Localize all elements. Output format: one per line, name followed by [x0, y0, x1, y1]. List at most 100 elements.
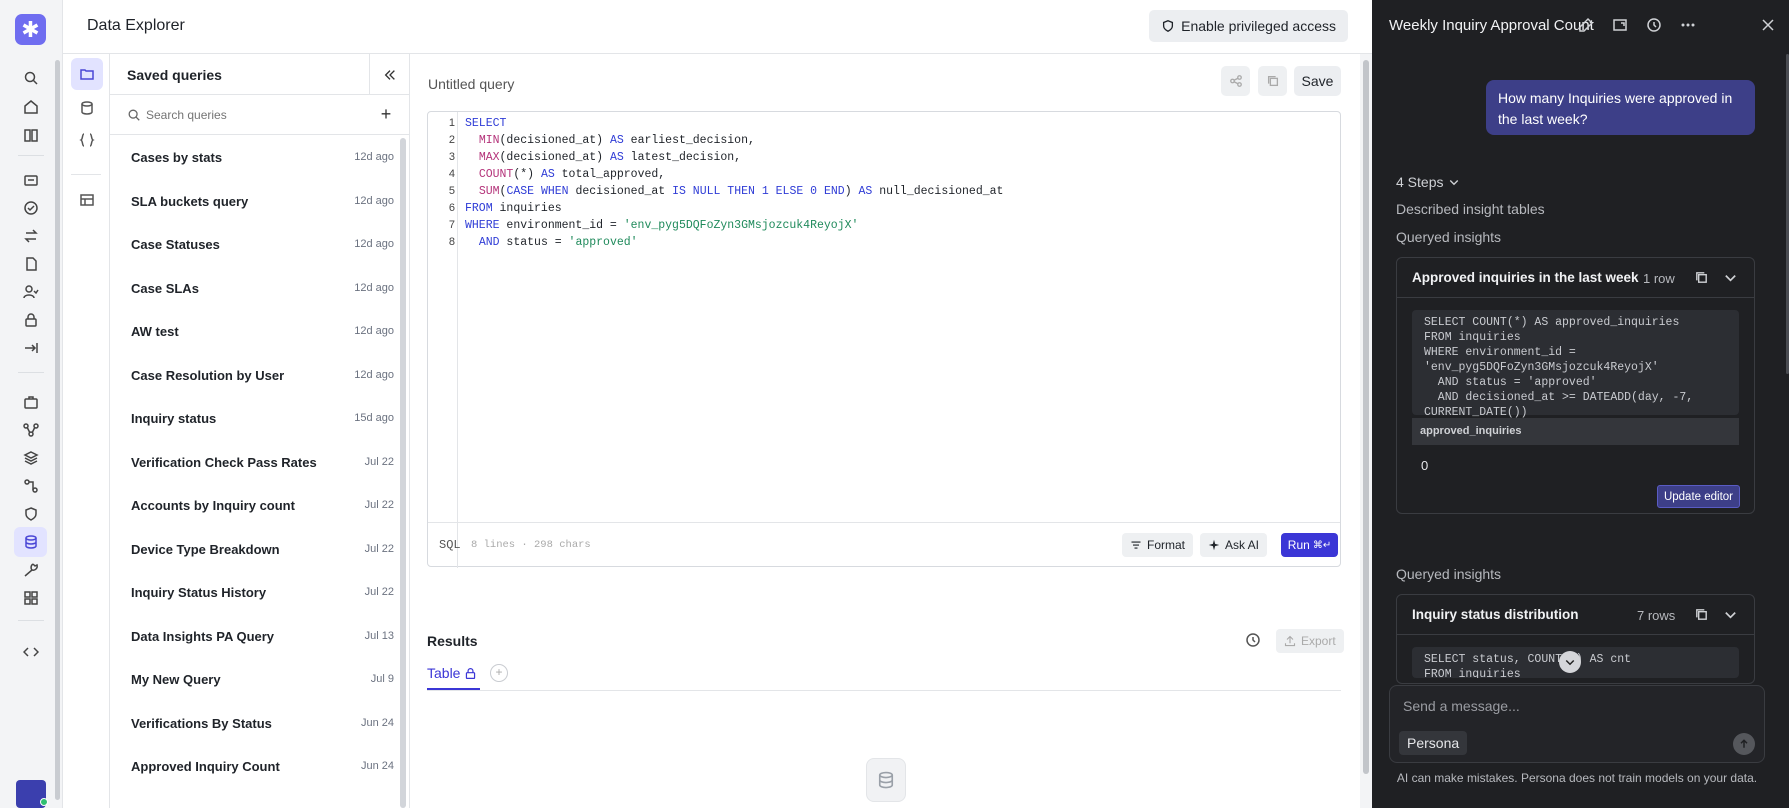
sql-editor[interactable]: 1 2 3 4 5 6 7 8 SELECT MIN(decisioned_at…	[427, 111, 1341, 568]
close-icon[interactable]	[1760, 17, 1776, 33]
list-item[interactable]: Cases by stats 12d ago	[110, 136, 400, 180]
book-icon[interactable]	[21, 125, 41, 145]
list-item[interactable]: Verifications By Status Jun 24	[110, 702, 400, 746]
result-cell: 0	[1421, 458, 1429, 473]
list-item[interactable]: Data Insights PA Query Jul 13	[110, 615, 400, 659]
query-date: Jul 9	[370, 673, 394, 685]
chevron-down-icon[interactable]	[1723, 270, 1738, 285]
main-scrollbar[interactable]	[1360, 54, 1372, 808]
list-item[interactable]: AW test 12d ago	[110, 310, 400, 354]
editor-footer: SQL 8 lines · 298 chars Format Ask AI Ru…	[428, 522, 1340, 566]
graph-icon[interactable]	[21, 420, 41, 440]
add-query-button[interactable]: +	[377, 105, 395, 124]
id-card-icon[interactable]	[21, 170, 41, 190]
ai-assistant-panel: Weekly Inquiry Approval Count How many I…	[1372, 0, 1789, 808]
tab-table[interactable]: Table	[427, 665, 477, 681]
list-item[interactable]: Case SLAs 12d ago	[110, 267, 400, 311]
table-icon[interactable]	[71, 184, 103, 216]
saved-queries-title: Saved queries	[127, 67, 222, 83]
home-icon[interactable]	[21, 97, 41, 117]
lock-icon	[466, 667, 476, 679]
message-input[interactable]	[1403, 696, 1733, 716]
list-item[interactable]: Device Type Breakdown Jul 22	[110, 528, 400, 572]
list-item[interactable]: Case Statuses 12d ago	[110, 223, 400, 267]
query-title[interactable]: Untitled query	[428, 76, 514, 92]
ask-ai-button[interactable]: Ask AI	[1200, 533, 1268, 557]
format-button[interactable]: Format	[1122, 533, 1194, 557]
update-editor-button[interactable]: Update editor	[1656, 485, 1740, 508]
enable-privileged-access-label: Enable privileged access	[1181, 18, 1336, 34]
workflow-icon[interactable]	[21, 476, 41, 496]
query-date: Jul 22	[364, 499, 394, 511]
duplicate-button[interactable]	[1258, 66, 1287, 96]
line-number: 7	[448, 219, 455, 231]
new-window-icon[interactable]	[1612, 17, 1628, 33]
language-label: SQL	[439, 538, 461, 552]
chevron-down-icon[interactable]	[1723, 607, 1738, 622]
query-name: Case SLAs	[131, 280, 199, 296]
list-item[interactable]: My New Query Jul 9	[110, 658, 400, 702]
shield-icon[interactable]	[21, 504, 41, 524]
send-button[interactable]	[1733, 733, 1755, 755]
ai-disclaimer: AI can make mistakes. Persona does not t…	[1396, 771, 1758, 785]
database-icon[interactable]	[14, 527, 47, 557]
rail-scrollbar[interactable]	[55, 60, 60, 800]
line-number: 1	[448, 117, 455, 129]
list-item[interactable]: Inquiry Status History Jul 22	[110, 571, 400, 615]
document-icon[interactable]	[21, 254, 41, 274]
avatar[interactable]	[16, 780, 48, 808]
run-button[interactable]: Run ⌘↵	[1281, 533, 1338, 557]
arrow-up-icon	[1740, 739, 1748, 748]
search-icon[interactable]	[21, 68, 41, 88]
user-check-icon[interactable]	[21, 282, 41, 302]
list-item[interactable]: Inquiry status 15d ago	[110, 397, 400, 441]
query-date: 12d ago	[354, 238, 394, 250]
list-item[interactable]: SLA buckets query 12d ago	[110, 180, 400, 224]
copy-icon	[1267, 75, 1278, 87]
history-icon[interactable]	[1646, 17, 1662, 33]
enable-privileged-access-button[interactable]: Enable privileged access	[1149, 10, 1348, 42]
share-button[interactable]	[1221, 66, 1250, 96]
search-icon	[128, 109, 140, 121]
saved-queries-panel: Saved queries + Cases by stats 12d ago SL…	[110, 54, 410, 808]
persona-selector[interactable]: Persona	[1399, 731, 1468, 755]
swap-icon[interactable]	[21, 226, 41, 246]
search-queries-input[interactable]	[146, 105, 356, 125]
list-item[interactable]: Case Resolution by User 12d ago	[110, 354, 400, 398]
code-icon[interactable]	[21, 642, 41, 662]
save-button[interactable]: Save	[1294, 66, 1341, 96]
add-tab-button[interactable]: +	[490, 664, 508, 682]
history-icon[interactable]	[1245, 632, 1261, 648]
check-circle-icon[interactable]	[21, 198, 41, 218]
query-date: Jul 22	[364, 455, 394, 468]
copy-icon[interactable]	[1694, 270, 1709, 285]
run-shortcut: ⌘↵	[1312, 539, 1332, 551]
json-braces-icon[interactable]	[71, 124, 103, 156]
more-icon[interactable]	[1680, 17, 1696, 33]
briefcase-icon[interactable]	[21, 392, 41, 412]
collapse-panel-button[interactable]	[369, 54, 409, 95]
scroll-to-bottom-button[interactable]	[1559, 651, 1581, 673]
list-item[interactable]: Verification Check Pass Rates Jul 22	[110, 441, 400, 485]
steps-toggle[interactable]: 4 Steps	[1396, 174, 1460, 190]
lock-icon[interactable]	[21, 310, 41, 330]
grid-icon[interactable]	[21, 588, 41, 608]
arrow-in-icon[interactable]	[21, 338, 41, 358]
list-item[interactable]: Approved Inquiry Count Jun 24	[110, 745, 400, 789]
database-icon[interactable]	[71, 92, 103, 124]
saved-queries-scrollbar[interactable]	[400, 138, 406, 808]
copy-icon[interactable]	[1694, 607, 1709, 622]
app-logo[interactable]: ✱	[15, 14, 46, 45]
wrench-icon[interactable]	[21, 560, 41, 580]
export-button[interactable]: Export	[1276, 629, 1344, 653]
edit-icon[interactable]	[1578, 17, 1594, 33]
row-count: 7 rows	[1637, 608, 1676, 623]
saved-queries-list: Cases by stats 12d ago SLA buckets query 1…	[110, 136, 400, 789]
shield-icon	[1163, 20, 1174, 32]
query-date: Jun 24	[360, 716, 394, 729]
export-label: Export	[1301, 634, 1336, 648]
layers-icon[interactable]	[21, 448, 41, 468]
sparkle-icon	[1208, 539, 1220, 551]
list-item[interactable]: Accounts by Inquiry count Jul 22	[110, 484, 400, 528]
folder-icon[interactable]	[71, 58, 103, 90]
